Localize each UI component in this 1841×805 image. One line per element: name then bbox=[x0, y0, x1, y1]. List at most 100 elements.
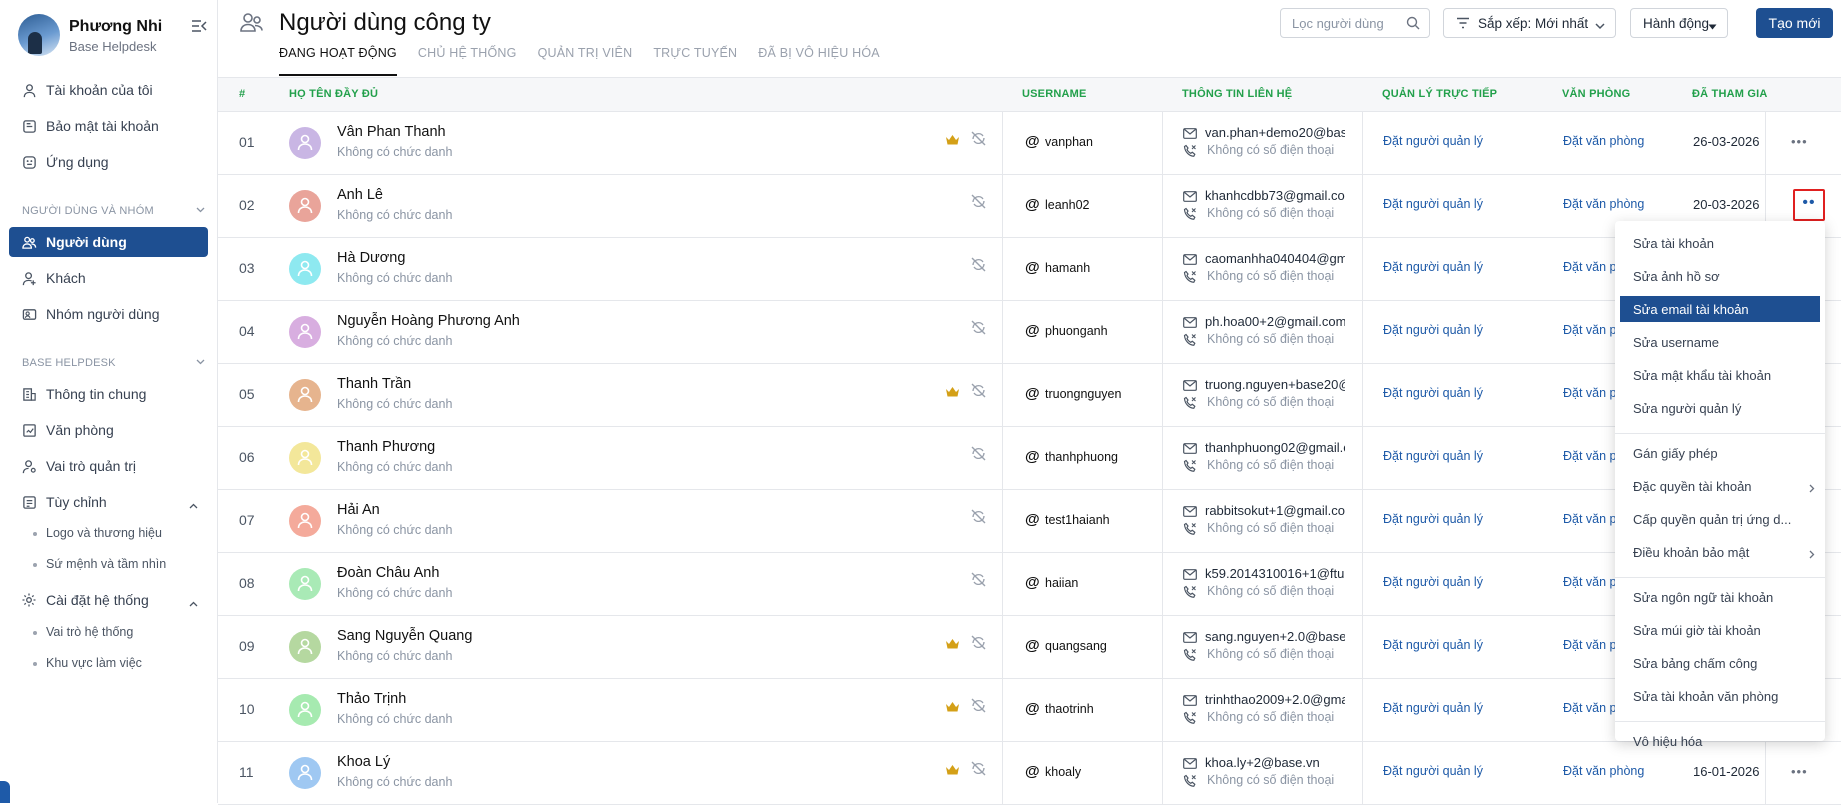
user-full-name[interactable]: Khoa Lý bbox=[337, 754, 390, 770]
nav-account-2[interactable]: Ứng dụng bbox=[9, 147, 208, 177]
avatar[interactable] bbox=[289, 316, 321, 348]
user-full-name[interactable]: Hà Dương bbox=[337, 250, 405, 266]
eye-off-icon[interactable] bbox=[970, 193, 987, 215]
table-row[interactable]: 04 Nguyễn Hoàng Phương Anh Không có chức… bbox=[218, 301, 1841, 364]
eye-off-icon[interactable] bbox=[970, 130, 987, 152]
tab-admins[interactable]: QUẢN TRỊ VIÊN bbox=[538, 46, 633, 76]
nav-account-0[interactable]: Tài khoản của tôi bbox=[9, 75, 208, 105]
table-row[interactable]: 11 Khoa Lý Không có chức danh @ khoaly k… bbox=[218, 742, 1841, 805]
table-row[interactable]: 05 Thanh Trần Không có chức danh @ truon… bbox=[218, 364, 1841, 427]
table-row[interactable]: 06 Thanh Phương Không có chức danh @ tha… bbox=[218, 427, 1841, 490]
menu-item[interactable]: Sửa mật khẩu tài khoản bbox=[1620, 362, 1820, 388]
menu-item[interactable]: Sửa ngôn ngữ tài khoản bbox=[1620, 584, 1820, 610]
col-username[interactable]: USERNAME bbox=[1022, 88, 1087, 100]
help-tab[interactable] bbox=[0, 781, 10, 803]
set-manager-link[interactable]: Đặt người quản lý bbox=[1383, 512, 1483, 526]
menu-item[interactable]: Đặc quyền tài khoản bbox=[1620, 473, 1820, 499]
nav-work-areas[interactable]: Khu vực làm việc bbox=[33, 656, 142, 670]
tab-active[interactable]: ĐANG HOẠT ĐỘNG bbox=[279, 46, 397, 76]
user-full-name[interactable]: Thanh Trần bbox=[337, 376, 411, 392]
user-full-name[interactable]: Thanh Phương bbox=[337, 439, 435, 455]
set-manager-link[interactable]: Đặt người quản lý bbox=[1383, 323, 1483, 337]
eye-off-icon[interactable] bbox=[970, 256, 987, 278]
set-office-link[interactable]: Đặt văn phòng bbox=[1563, 197, 1648, 211]
table-row[interactable]: 09 Sang Nguyễn Quang Không có chức danh … bbox=[218, 616, 1841, 679]
menu-item[interactable]: Sửa username bbox=[1620, 329, 1820, 355]
menu-item[interactable]: Điều khoản bảo mật bbox=[1620, 539, 1820, 565]
set-manager-link[interactable]: Đặt người quản lý bbox=[1383, 638, 1483, 652]
menu-item[interactable]: Vô hiệu hóa bbox=[1620, 728, 1820, 754]
user-full-name[interactable]: Sang Nguyễn Quang bbox=[337, 628, 472, 644]
set-manager-link[interactable]: Đặt người quản lý bbox=[1383, 197, 1483, 211]
row-more-button[interactable]: ••• bbox=[1791, 764, 1808, 779]
table-row[interactable]: 01 Vân Phan Thanh Không có chức danh @ v… bbox=[218, 112, 1841, 175]
nav-system-roles[interactable]: Vai trò hệ thống bbox=[32, 625, 133, 639]
user-full-name[interactable]: Nguyễn Hoàng Phương Anh bbox=[337, 313, 520, 329]
table-row[interactable]: 02 Anh Lê Không có chức danh @ leanh02 k… bbox=[218, 175, 1841, 238]
tab-owners[interactable]: CHỦ HỆ THỐNG bbox=[418, 46, 517, 76]
set-manager-link[interactable]: Đặt người quản lý bbox=[1383, 260, 1483, 274]
menu-item[interactable]: Cấp quyền quản trị ứng d... bbox=[1620, 506, 1820, 532]
col-name[interactable]: HỌ TÊN ĐẦY ĐỦ bbox=[289, 88, 378, 100]
avatar[interactable] bbox=[289, 442, 321, 474]
table-row[interactable]: 10 Thảo Trịnh Không có chức danh @ thaot… bbox=[218, 679, 1841, 742]
create-button[interactable]: Tạo mới bbox=[1756, 8, 1833, 38]
row-more-button-active[interactable]: •• bbox=[1793, 189, 1825, 221]
user-full-name[interactable]: Vân Phan Thanh bbox=[337, 124, 446, 140]
menu-item[interactable]: Sửa ảnh hồ sơ bbox=[1620, 263, 1820, 289]
eye-off-icon[interactable] bbox=[970, 571, 987, 593]
sort-dropdown[interactable]: Sắp xếp: Mới nhất bbox=[1443, 8, 1616, 38]
eye-off-icon[interactable] bbox=[970, 319, 987, 341]
nav-logo-branding[interactable]: Logo và thương hiệu bbox=[33, 526, 162, 540]
avatar[interactable] bbox=[289, 757, 321, 789]
avatar[interactable] bbox=[289, 631, 321, 663]
avatar[interactable] bbox=[289, 190, 321, 222]
menu-item[interactable]: Sửa người quản lý bbox=[1620, 395, 1820, 421]
table-row[interactable]: 08 Đoàn Châu Anh Không có chức danh @ ha… bbox=[218, 553, 1841, 616]
section-users[interactable]: NGƯỜI DÙNG VÀ NHÓM bbox=[22, 205, 205, 217]
menu-item[interactable]: Sửa múi giờ tài khoản bbox=[1620, 617, 1820, 643]
set-manager-link[interactable]: Đặt người quản lý bbox=[1383, 764, 1483, 778]
eye-off-icon[interactable] bbox=[970, 508, 987, 530]
nav-mission-vision[interactable]: Sứ mệnh và tầm nhìn bbox=[32, 557, 166, 571]
avatar[interactable] bbox=[289, 694, 321, 726]
menu-item[interactable]: Sửa email tài khoản bbox=[1620, 296, 1820, 322]
eye-off-icon[interactable] bbox=[970, 382, 987, 404]
table-row[interactable]: 07 Hải An Không có chức danh @ test1haia… bbox=[218, 490, 1841, 553]
tab-online[interactable]: TRỰC TUYẾN bbox=[653, 46, 737, 76]
set-manager-link[interactable]: Đặt người quản lý bbox=[1383, 449, 1483, 463]
nav-users-2[interactable]: Nhóm người dùng bbox=[9, 299, 208, 329]
set-office-link[interactable]: Đặt văn phòng bbox=[1563, 764, 1648, 778]
eye-off-icon[interactable] bbox=[970, 697, 987, 719]
actions-button[interactable]: Hành động bbox=[1630, 8, 1728, 38]
menu-item[interactable]: Sửa tài khoản văn phòng bbox=[1620, 683, 1820, 709]
menu-item[interactable]: Sửa tài khoản bbox=[1620, 230, 1820, 256]
user-full-name[interactable]: Hải An bbox=[337, 502, 380, 518]
section-helpdesk[interactable]: BASE HELPDESK bbox=[22, 357, 205, 369]
avatar[interactable] bbox=[289, 253, 321, 285]
user-full-name[interactable]: Đoàn Châu Anh bbox=[337, 565, 439, 581]
search-input[interactable]: Lọc người dùng bbox=[1280, 8, 1430, 38]
nav-users-1[interactable]: Khách bbox=[9, 263, 208, 293]
set-manager-link[interactable]: Đặt người quản lý bbox=[1383, 386, 1483, 400]
set-office-link[interactable]: Đặt văn phòng bbox=[1563, 134, 1648, 148]
collapse-sidebar-icon[interactable] bbox=[191, 19, 208, 33]
eye-off-icon[interactable] bbox=[970, 445, 987, 467]
menu-item[interactable]: Gán giấy phép bbox=[1620, 440, 1820, 466]
nav-helpdesk-1[interactable]: Văn phòng bbox=[9, 415, 208, 445]
profile-card[interactable]: Phương Nhi Base Helpdesk bbox=[18, 14, 208, 58]
avatar[interactable] bbox=[289, 568, 321, 600]
set-manager-link[interactable]: Đặt người quản lý bbox=[1383, 134, 1483, 148]
eye-off-icon[interactable] bbox=[970, 760, 987, 782]
user-full-name[interactable]: Anh Lê bbox=[337, 187, 383, 203]
nav-helpdesk-0[interactable]: Thông tin chung bbox=[9, 379, 208, 409]
nav-account-1[interactable]: Bảo mật tài khoản bbox=[9, 111, 208, 141]
row-more-button[interactable]: ••• bbox=[1791, 134, 1808, 149]
tab-disabled[interactable]: ĐÃ BỊ VÔ HIỆU HÓA bbox=[758, 46, 879, 76]
nav-users-0[interactable]: Người dùng bbox=[9, 227, 208, 257]
avatar[interactable] bbox=[289, 127, 321, 159]
col-joined[interactable]: ĐÃ THAM GIA bbox=[1692, 88, 1768, 100]
avatar[interactable] bbox=[289, 505, 321, 537]
nav-system-settings[interactable]: Cài đặt hệ thống bbox=[9, 585, 208, 615]
nav-helpdesk-2[interactable]: Vai trò quản trị bbox=[9, 451, 208, 481]
